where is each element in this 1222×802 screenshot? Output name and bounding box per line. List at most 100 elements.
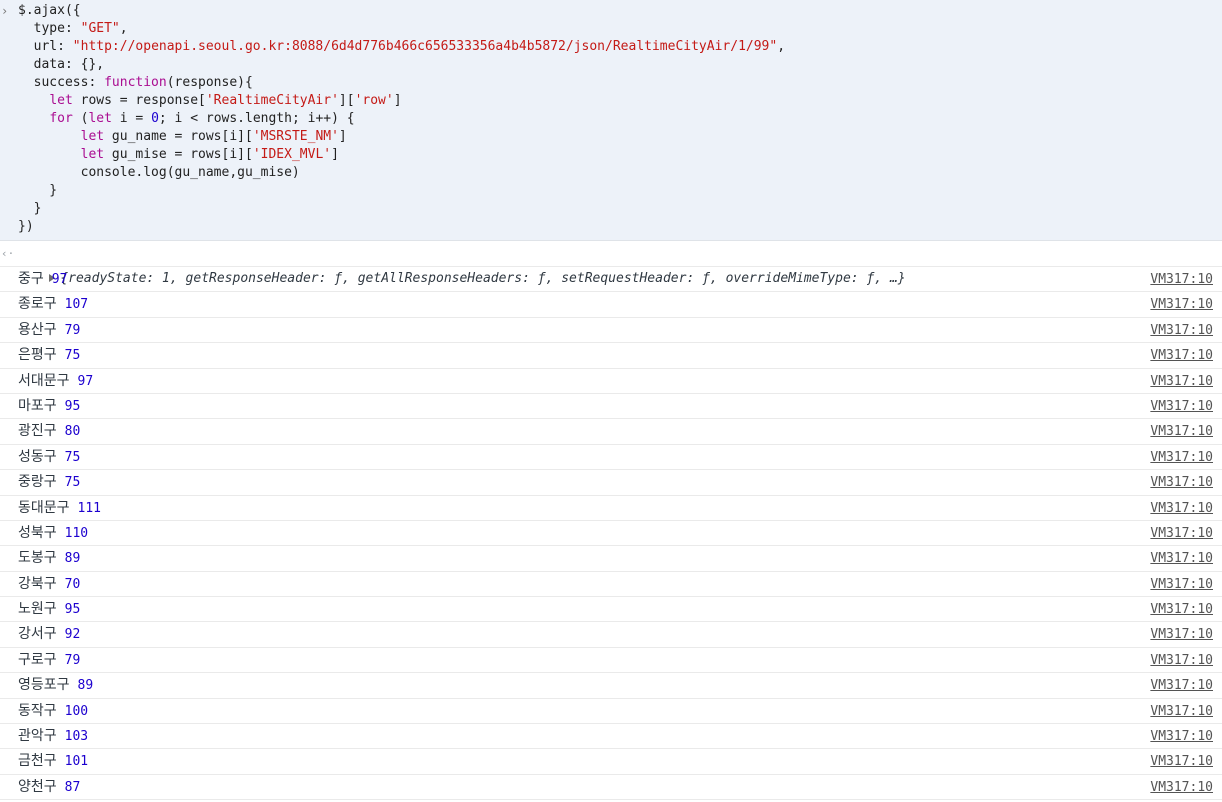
log-row: 서대문구 97 VM317:10	[0, 369, 1222, 394]
log-pm-value: 70	[64, 576, 81, 592]
log-pm-value: 75	[64, 475, 81, 491]
log-pm-value: 92	[64, 627, 81, 643]
code-line: let rows = response['RealtimeCityAir']['…	[49, 93, 402, 108]
log-row: 양천구 87 VM317:10	[0, 775, 1222, 801]
log-source-link[interactable]: VM317:10	[1150, 775, 1213, 800]
return-arrow-icon: ‹·	[1, 247, 15, 260]
log-district-name: 관악구	[18, 728, 57, 745]
code-block: $.ajax({ type: "GET", url: "http://opena…	[0, 2, 1222, 236]
log-source-link[interactable]: VM317:10	[1150, 394, 1213, 419]
log-pm-value: 100	[64, 703, 89, 719]
log-pm-value: 101	[64, 754, 89, 770]
log-district-name: 동대문구	[18, 499, 70, 516]
log-row: 강북구 70 VM317:10	[0, 572, 1222, 598]
log-district-name: 동작구	[18, 702, 57, 719]
log-source-link[interactable]: VM317:10	[1150, 546, 1213, 571]
code-line: console.log(gu_name,gu_mise)	[18, 165, 300, 180]
log-pm-value: 79	[64, 322, 81, 338]
log-source-link[interactable]: VM317:10	[1150, 292, 1213, 317]
log-row: 종로구 107 VM317:10	[0, 292, 1222, 318]
log-row: 성동구 75 VM317:10	[0, 445, 1222, 471]
log-district-name: 강서구	[18, 626, 57, 643]
log-district-name: 구로구	[18, 651, 57, 668]
log-row: 동대문구 111 VM317:10	[0, 496, 1222, 521]
code-line: })	[18, 219, 34, 234]
log-district-name: 금천구	[18, 753, 57, 770]
log-source-link[interactable]: VM317:10	[1150, 572, 1213, 597]
log-source-link[interactable]: VM317:10	[1150, 521, 1213, 546]
log-pm-value: 89	[64, 551, 81, 567]
log-pm-value: 87	[64, 779, 81, 795]
log-pm-value: 75	[64, 348, 81, 364]
log-source-link[interactable]: VM317:10	[1150, 648, 1213, 673]
log-pm-value: 95	[64, 398, 81, 414]
log-row: 영등포구 89 VM317:10	[0, 673, 1222, 699]
log-source-link[interactable]: VM317:10	[1150, 419, 1213, 444]
console-input-block[interactable]: › $.ajax({ type: "GET", url: "http://ope…	[0, 0, 1222, 241]
code-line: }	[18, 201, 42, 216]
log-district-name: 성동구	[18, 448, 57, 465]
log-row: 성북구 110 VM317:10	[0, 521, 1222, 547]
log-row: 관악구 103 VM317:10	[0, 724, 1222, 750]
log-district-name: 중구	[18, 271, 44, 287]
code-line: for (let i = 0; i < rows.length; i++) {	[49, 111, 355, 126]
log-row: 도봉구 89 VM317:10	[0, 546, 1222, 572]
log-row: 중구 97 VM317:10	[0, 267, 1222, 293]
log-pm-value: 97	[51, 272, 68, 287]
log-source-link[interactable]: VM317:10	[1150, 724, 1213, 749]
devtools-console: › $.ajax({ type: "GET", url: "http://ope…	[0, 0, 1222, 802]
log-district-name: 양천구	[18, 778, 57, 795]
log-source-link[interactable]: VM317:10	[1150, 699, 1213, 724]
log-row: 용산구 79 VM317:10	[0, 318, 1222, 344]
log-row: 은평구 75 VM317:10	[0, 343, 1222, 369]
log-district-name: 영등포구	[18, 677, 70, 694]
log-district-name: 종로구	[18, 296, 57, 313]
log-source-link[interactable]: VM317:10	[1150, 622, 1213, 647]
log-pm-value: 75	[64, 449, 81, 465]
log-source-link[interactable]: VM317:10	[1150, 267, 1213, 292]
log-district-name: 용산구	[18, 321, 57, 338]
log-pm-value: 89	[77, 678, 94, 694]
log-row: 동작구 100 VM317:10	[0, 699, 1222, 725]
log-row: 중랑구 75 VM317:10	[0, 470, 1222, 496]
log-pm-value: 110	[64, 525, 89, 541]
code-line: $.ajax({	[18, 3, 81, 18]
log-district-name: 은평구	[18, 347, 57, 364]
log-district-name: 서대문구	[18, 372, 70, 389]
log-source-link[interactable]: VM317:10	[1150, 445, 1213, 470]
log-row: 광진구 80 VM317:10	[0, 419, 1222, 445]
log-pm-value: 111	[77, 500, 102, 516]
code-line: data: {},	[18, 57, 105, 72]
code-line: let gu_mise = rows[i]['IDEX_MVL']	[80, 147, 339, 162]
code-line: url: "http://openapi.seoul.go.kr:8088/6d…	[18, 39, 786, 54]
log-row: 마포구 95 VM317:10	[0, 394, 1222, 420]
log-district-name: 마포구	[18, 397, 57, 414]
code-line: success: function(response){	[18, 75, 253, 90]
log-source-link[interactable]: VM317:10	[1150, 673, 1213, 698]
log-pm-value: 95	[64, 602, 81, 618]
log-row: 구로구 79 VM317:10	[0, 648, 1222, 674]
log-list: 중구 97 VM317:10 종로구 107 VM317:10 용산구 79 VM317:10 은…	[0, 267, 1222, 801]
log-source-link[interactable]: VM317:10	[1150, 343, 1213, 368]
log-district-name: 도봉구	[18, 550, 57, 567]
log-pm-value: 79	[64, 652, 81, 668]
log-source-link[interactable]: VM317:10	[1150, 369, 1213, 394]
log-source-link[interactable]: VM317:10	[1150, 318, 1213, 343]
code-line: type: "GET",	[18, 21, 128, 36]
log-pm-value: 103	[64, 729, 89, 745]
prompt-chevron-icon: ›	[1, 4, 9, 18]
log-source-link[interactable]: VM317:10	[1150, 749, 1213, 774]
code-line: let gu_name = rows[i]['MSRSTE_NM']	[80, 129, 347, 144]
log-row: 금천구 101 VM317:10	[0, 749, 1222, 775]
result-line[interactable]: ‹· {readyState: 1, getResponseHeader: ƒ, …	[0, 241, 1222, 286]
log-district-name: 노원구	[18, 601, 57, 618]
log-district-name: 광진구	[18, 423, 57, 440]
log-district-name: 강북구	[18, 575, 57, 592]
log-source-link[interactable]: VM317:10	[1150, 496, 1213, 521]
log-source-link[interactable]: VM317:10	[1150, 470, 1213, 495]
log-district-name: 성북구	[18, 524, 57, 541]
log-row: 노원구 95 VM317:10	[0, 597, 1222, 623]
log-pm-value: 97	[77, 373, 94, 389]
log-source-link[interactable]: VM317:10	[1150, 597, 1213, 622]
log-row: 강서구 92 VM317:10	[0, 622, 1222, 648]
